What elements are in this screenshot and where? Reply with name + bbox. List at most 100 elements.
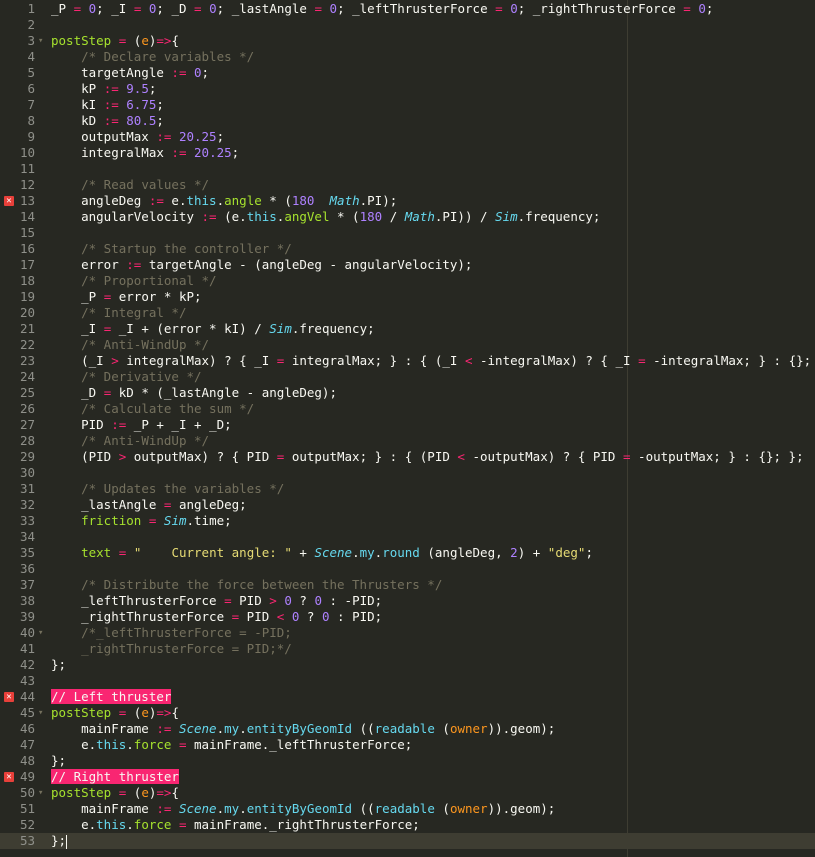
code-text[interactable]: _rightThrusterForce = PID;*/ (51, 641, 292, 657)
code-line[interactable]: 5 targetAngle := 0; (0, 65, 815, 81)
code-text[interactable]: kP := 9.5; (51, 81, 156, 97)
fold-arrow-icon[interactable]: ▾ (38, 705, 46, 721)
code-line[interactable]: 43 (0, 673, 815, 689)
code-text[interactable]: kI := 6.75; (51, 97, 164, 113)
code-line[interactable]: 29 (PID > outputMax) ? { PID = outputMax… (0, 449, 815, 465)
code-text[interactable]: _P = 0; _I = 0; _D = 0; _lastAngle = 0; … (51, 1, 713, 17)
code-text[interactable]: /* Proportional */ (51, 273, 216, 289)
code-line[interactable]: 11 (0, 161, 815, 177)
code-text[interactable]: outputMax := 20.25; (51, 129, 224, 145)
fold-arrow-icon[interactable]: ▾ (38, 625, 46, 641)
code-line[interactable]: 40 ▾ /*_leftThrusterForce = -PID; (0, 625, 815, 641)
code-text[interactable]: /* Declare variables */ (51, 49, 254, 65)
code-text[interactable]: /*_leftThrusterForce = -PID; (51, 625, 292, 641)
code-line[interactable]: 18 /* Proportional */ (0, 273, 815, 289)
code-text[interactable]: (_I > integralMax) ? { _I = integralMax;… (51, 353, 815, 369)
code-line[interactable]: 9 outputMax := 20.25; (0, 129, 815, 145)
code-line[interactable]: 31 /* Updates the variables */ (0, 481, 815, 497)
code-text[interactable]: /* Startup the controller */ (51, 241, 292, 257)
code-line[interactable]: 14 angularVelocity := (e.this.angVel * (… (0, 209, 815, 225)
code-line[interactable]: 2 (0, 17, 815, 33)
code-line[interactable]: 8 kD := 80.5; (0, 113, 815, 129)
code-line[interactable]: 24 /* Derivative */ (0, 369, 815, 385)
code-editor[interactable]: 1 _P = 0; _I = 0; _D = 0; _lastAngle = 0;… (0, 0, 815, 857)
code-text[interactable]: e.this.force = mainFrame._leftThrusterFo… (51, 737, 412, 753)
code-text[interactable]: // Left thruster (51, 689, 172, 705)
code-text[interactable]: e.this.force = mainFrame._rightThrusterF… (51, 817, 420, 833)
code-line[interactable]: 12 /* Read values */ (0, 177, 815, 193)
code-line[interactable]: 30 (0, 465, 815, 481)
code-text[interactable]: /* Derivative */ (51, 369, 201, 385)
code-text[interactable]: _I = _I + (error * kI) / Sim.frequency; (51, 321, 375, 337)
code-line[interactable]: 7 kI := 6.75; (0, 97, 815, 113)
code-line[interactable]: ✕ 44// Left thruster (0, 689, 815, 705)
code-text[interactable]: postStep = (e)=>{ (51, 785, 179, 801)
code-text[interactable]: /* Integral */ (51, 305, 186, 321)
code-text[interactable]: /* Updates the variables */ (51, 481, 284, 497)
code-text[interactable]: _leftThrusterForce = PID > 0 ? 0 : -PID; (51, 593, 382, 609)
code-line[interactable]: 48}; (0, 753, 815, 769)
fold-arrow-icon[interactable]: ▾ (38, 33, 46, 49)
code-text[interactable]: angularVelocity := (e.this.angVel * (180… (51, 209, 600, 225)
code-line[interactable]: 1 _P = 0; _I = 0; _D = 0; _lastAngle = 0;… (0, 1, 815, 17)
code-text[interactable]: _rightThrusterForce = PID < 0 ? 0 : PID; (51, 609, 382, 625)
code-text[interactable]: friction = Sim.time; (51, 513, 232, 529)
code-line[interactable]: 42}; (0, 657, 815, 673)
code-text[interactable]: (PID > outputMax) ? { PID = outputMax; }… (51, 449, 804, 465)
code-text[interactable]: /* Read values */ (51, 177, 209, 193)
code-text[interactable]: error := targetAngle - (angleDeg - angul… (51, 257, 472, 273)
code-line[interactable]: 33 friction = Sim.time; (0, 513, 815, 529)
code-line[interactable]: 26 /* Calculate the sum */ (0, 401, 815, 417)
code-line[interactable]: 22 /* Anti-WindUp */ (0, 337, 815, 353)
code-text[interactable]: /* Calculate the sum */ (51, 401, 254, 417)
code-text[interactable]: }; (51, 657, 66, 673)
code-line[interactable]: 3 ▾ postStep = (e)=>{ (0, 33, 815, 49)
code-text[interactable]: /* Anti-WindUp */ (51, 433, 209, 449)
code-line[interactable]: 45 ▾ postStep = (e)=>{ (0, 705, 815, 721)
code-line[interactable]: 20 /* Integral */ (0, 305, 815, 321)
code-text[interactable]: postStep = (e)=>{ (51, 705, 179, 721)
code-line[interactable]: 32 _lastAngle = angleDeg; (0, 497, 815, 513)
code-line[interactable]: 36 (0, 561, 815, 577)
code-text[interactable]: PID := _P + _I + _D; (51, 417, 232, 433)
code-line[interactable]: 4 /* Declare variables */ (0, 49, 815, 65)
code-line[interactable]: 50 ▾ postStep = (e)=>{ (0, 785, 815, 801)
code-text[interactable]: text = " Current angle: " + Scene.my.rou… (51, 545, 593, 561)
code-line[interactable]: 46 mainFrame := Scene.my.entityByGeomId … (0, 721, 815, 737)
code-text[interactable]: mainFrame := Scene.my.entityByGeomId ((r… (51, 801, 555, 817)
code-line[interactable]: 38 _leftThrusterForce = PID > 0 ? 0 : -P… (0, 593, 815, 609)
code-line[interactable]: ✕ 49// Right thruster (0, 769, 815, 785)
code-line[interactable]: 41 _rightThrusterForce = PID;*/ (0, 641, 815, 657)
code-text[interactable]: _lastAngle = angleDeg; (51, 497, 247, 513)
code-line[interactable]: 17 error := targetAngle - (angleDeg - an… (0, 257, 815, 273)
code-line[interactable]: 27 PID := _P + _I + _D; (0, 417, 815, 433)
code-line[interactable]: 35 text = " Current angle: " + Scene.my.… (0, 545, 815, 561)
code-text[interactable]: _P = error * kP; (51, 289, 201, 305)
code-text[interactable]: _D = kD * (_lastAngle - angleDeg); (51, 385, 337, 401)
code-line[interactable]: 39 _rightThrusterForce = PID < 0 ? 0 : P… (0, 609, 815, 625)
code-line[interactable]: 51 mainFrame := Scene.my.entityByGeomId … (0, 801, 815, 817)
code-line[interactable]: 15 (0, 225, 815, 241)
fold-arrow-icon[interactable]: ▾ (38, 785, 46, 801)
code-text[interactable]: /* Anti-WindUp */ (51, 337, 209, 353)
code-text[interactable]: targetAngle := 0; (51, 65, 209, 81)
code-text[interactable]: /* Distribute the force between the Thru… (51, 577, 442, 593)
code-text[interactable]: // Right thruster (51, 769, 179, 785)
code-text[interactable]: angleDeg := e.this.angle * (180 Math.PI)… (51, 193, 397, 209)
code-line[interactable]: 10 integralMax := 20.25; (0, 145, 815, 161)
code-line[interactable]: 37 /* Distribute the force between the T… (0, 577, 815, 593)
code-line[interactable]: 28 /* Anti-WindUp */ (0, 433, 815, 449)
code-text[interactable]: integralMax := 20.25; (51, 145, 239, 161)
code-line[interactable]: 25 _D = kD * (_lastAngle - angleDeg); (0, 385, 815, 401)
code-line[interactable]: 53}; (0, 833, 815, 849)
code-line[interactable]: ✕ 13 angleDeg := e.this.angle * (180 Math… (0, 193, 815, 209)
code-line[interactable]: 6 kP := 9.5; (0, 81, 815, 97)
code-text[interactable]: postStep = (e)=>{ (51, 33, 179, 49)
code-line[interactable]: 47 e.this.force = mainFrame._leftThruste… (0, 737, 815, 753)
code-line[interactable]: 23 (_I > integralMax) ? { _I = integralM… (0, 353, 815, 369)
code-text[interactable]: mainFrame := Scene.my.entityByGeomId ((r… (51, 721, 555, 737)
code-text[interactable]: }; (51, 833, 68, 849)
code-text[interactable]: }; (51, 753, 66, 769)
code-line[interactable]: 34 (0, 529, 815, 545)
code-line[interactable]: 52 e.this.force = mainFrame._rightThrust… (0, 817, 815, 833)
